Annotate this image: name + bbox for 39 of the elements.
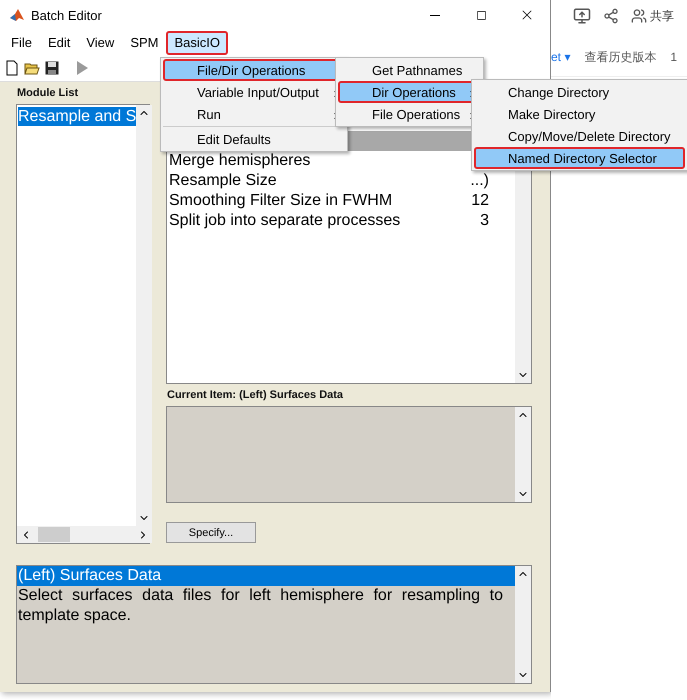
item-value: ...) [470, 171, 489, 191]
help-text: Select surfaces data files for left hemisphere for resampling to template space. [17, 586, 504, 626]
list-item[interactable]: Resample and S [18, 107, 136, 126]
window-title: Batch Editor [31, 8, 103, 22]
menu-item[interactable]: Named Directory Selector [474, 147, 685, 169]
module-list[interactable]: Resample and S [16, 104, 150, 544]
item-name: Merge hemispheres [169, 151, 310, 171]
tab-link[interactable]: et ▾ [551, 50, 570, 64]
share-icon[interactable] [603, 8, 619, 24]
app-logo-icon [9, 7, 25, 23]
item-name: Resample Size [169, 171, 277, 191]
help-heading: (Left) Surfaces Data [17, 566, 515, 586]
people-icon[interactable] [631, 8, 647, 24]
new-file-icon[interactable] [4, 60, 20, 76]
maximize-icon [476, 10, 486, 20]
item-value: 3 [480, 211, 489, 231]
menu-item[interactable]: Edit [40, 30, 78, 55]
share-link[interactable]: 共享 [650, 8, 674, 24]
horizontal-scrollbar[interactable] [17, 526, 152, 543]
scrollbar[interactable] [515, 407, 531, 502]
present-icon[interactable] [573, 7, 591, 25]
item-name: Smoothing Filter Size in FWHM [169, 191, 392, 211]
current-item-label: Current Item: (Left) Surfaces Data [166, 388, 344, 403]
specify-button[interactable]: Specify... [166, 522, 256, 543]
menu-item[interactable]: Edit Defaults [163, 128, 345, 150]
item-name: Split job into separate processes [169, 211, 400, 231]
menu-item[interactable]: File [3, 30, 40, 55]
run-icon[interactable] [74, 60, 90, 76]
scrollbar[interactable] [136, 105, 152, 526]
history-link[interactable]: 查看历史版本 [584, 48, 656, 66]
menu-item[interactable]: View [78, 30, 122, 55]
menu-item[interactable]: SPM [122, 30, 166, 55]
panel-label: Module List [16, 86, 80, 101]
menu-item[interactable]: BasicIO [166, 30, 228, 55]
item-value: 12 [471, 191, 489, 211]
minimize-icon [430, 14, 440, 16]
page-text: 1 [670, 50, 678, 64]
scrollbar[interactable] [515, 566, 531, 683]
save-icon[interactable] [44, 60, 60, 76]
